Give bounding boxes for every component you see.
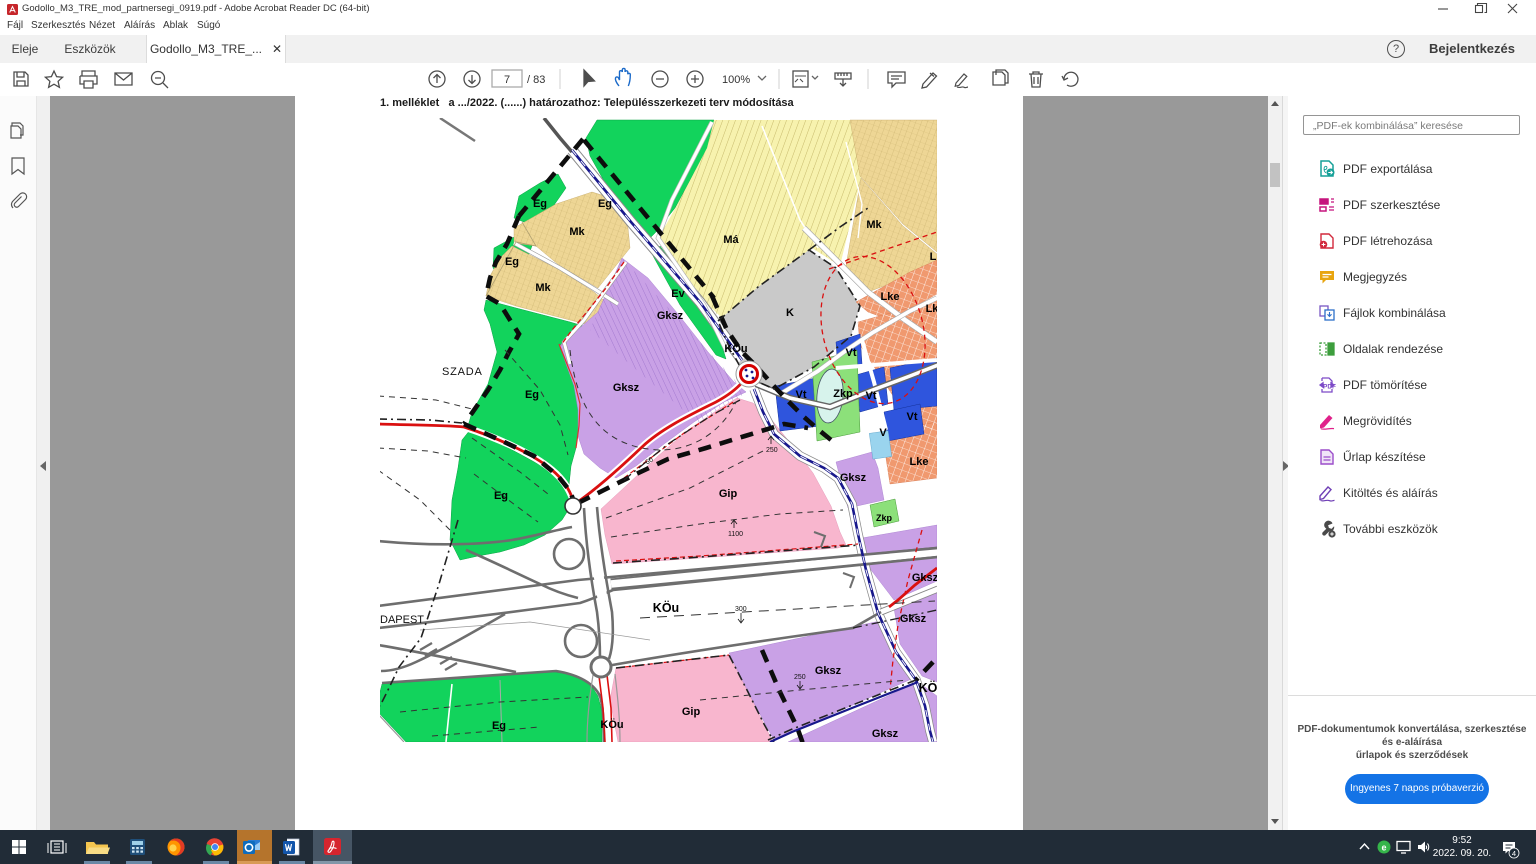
svg-text:KÖ: KÖ — [919, 680, 938, 695]
svg-text:7: 7 — [504, 74, 510, 86]
svg-text:Mk: Mk — [569, 226, 585, 238]
svg-text:Eg: Eg — [492, 720, 506, 732]
svg-text:L: L — [930, 251, 937, 263]
svg-text:KÖu: KÖu — [653, 600, 679, 615]
svg-text:Zkp: Zkp — [833, 388, 853, 400]
svg-text:Gksz: Gksz — [815, 665, 842, 677]
svg-text:Zkp: Zkp — [876, 513, 893, 523]
svg-text:V: V — [879, 427, 887, 439]
svg-text:Lke: Lke — [910, 456, 929, 468]
svg-text:Gksz: Gksz — [840, 472, 867, 484]
svg-text:Mk: Mk — [866, 219, 882, 231]
svg-text:250: 250 — [766, 447, 778, 454]
svg-text:PDF: PDF — [1323, 384, 1336, 391]
svg-text:4: 4 — [1512, 849, 1516, 858]
svg-text:Eg: Eg — [494, 490, 508, 502]
svg-text:K: K — [786, 307, 794, 319]
svg-text:Eg: Eg — [525, 389, 539, 401]
svg-text:Má: Má — [723, 234, 739, 246]
svg-text:e: e — [1381, 843, 1386, 853]
svg-text:SZADA: SZADA — [442, 366, 483, 378]
svg-text:100%: 100% — [722, 74, 750, 86]
svg-text:Lke: Lke — [881, 291, 900, 303]
svg-text:Eg: Eg — [598, 198, 612, 210]
svg-text:1100: 1100 — [728, 531, 743, 538]
svg-text:Ev: Ev — [671, 288, 685, 300]
svg-text:Vt: Vt — [846, 347, 857, 359]
svg-text:Gip: Gip — [719, 488, 738, 500]
svg-text:Vt: Vt — [796, 389, 807, 401]
svg-text:Gksz: Gksz — [872, 728, 899, 740]
svg-text:Eg: Eg — [505, 256, 519, 268]
svg-text:/ 83: / 83 — [527, 74, 545, 86]
svg-text:Gksz: Gksz — [900, 613, 927, 625]
svg-text:KÖu: KÖu — [600, 718, 623, 731]
svg-text:Lk: Lk — [926, 303, 940, 315]
svg-text:Gip: Gip — [682, 706, 701, 718]
svg-text:Vt: Vt — [866, 390, 877, 402]
svg-text:Vt: Vt — [907, 411, 918, 423]
svg-text:300: 300 — [735, 606, 747, 613]
svg-text:250: 250 — [794, 674, 806, 681]
svg-text:Gksz: Gksz — [613, 382, 640, 394]
svg-text:Eg: Eg — [533, 198, 547, 210]
svg-text:Gksz: Gksz — [912, 572, 939, 584]
svg-text:Gksz: Gksz — [657, 310, 684, 322]
svg-text:Mk: Mk — [535, 282, 551, 294]
svg-text:DAPEST: DAPEST — [380, 614, 424, 626]
svg-text:KÖu: KÖu — [724, 342, 747, 355]
